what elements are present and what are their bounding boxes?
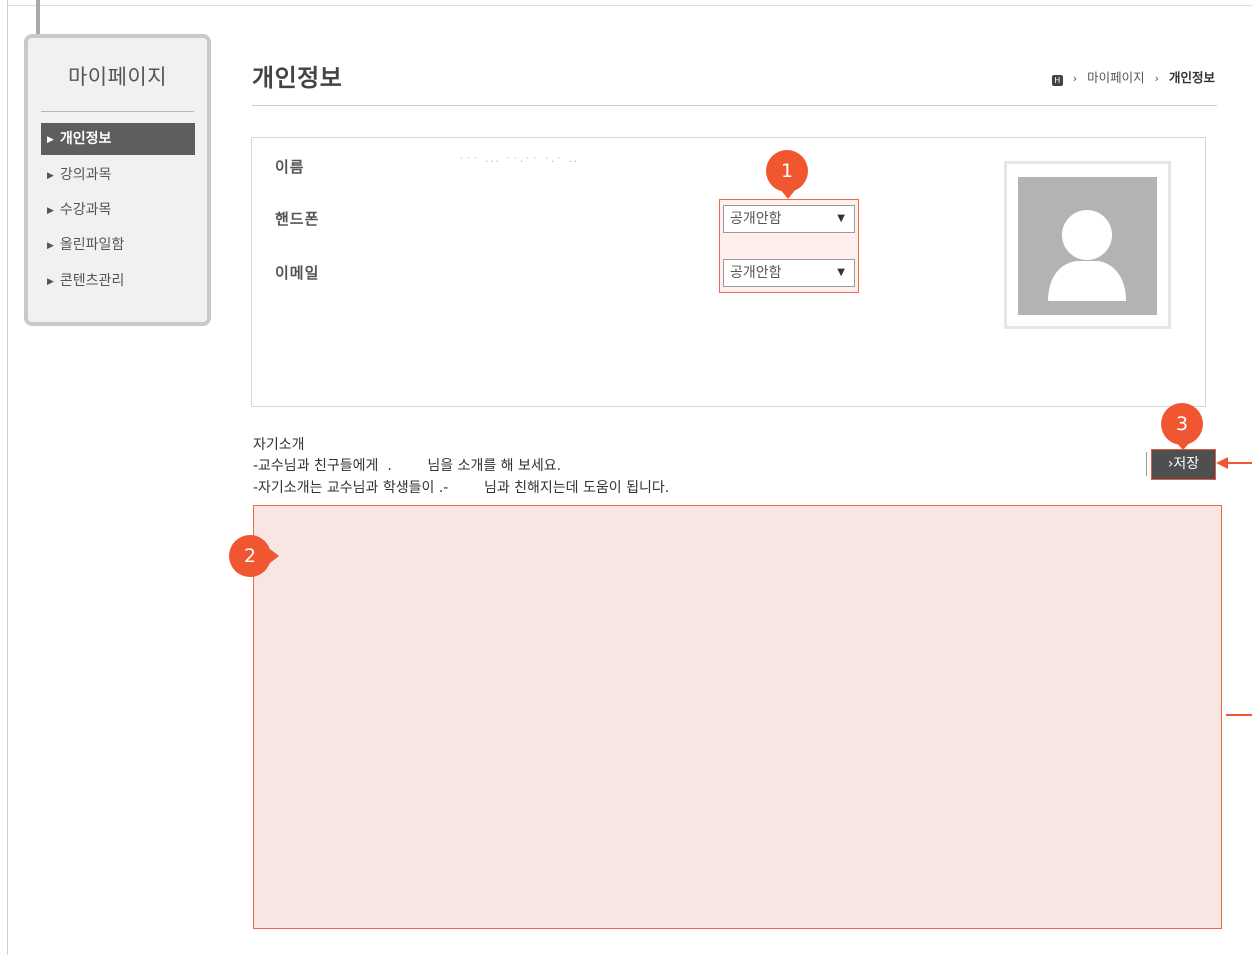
name-label: 이름 <box>275 158 305 176</box>
header-divider <box>252 105 1217 106</box>
sidebar-item-label: 개인정보 <box>59 131 112 147</box>
sidebar-item-content-management[interactable]: ▶ 콘텐츠관리 <box>41 265 195 297</box>
sidebar-item-label: 올린파일함 <box>59 237 125 253</box>
sidebar-item-lecture-courses[interactable]: ▶ 강의과목 <box>41 159 195 191</box>
triangle-right-icon: ▶ <box>47 241 54 251</box>
triangle-right-icon: ▶ <box>47 206 54 216</box>
frame-left-border <box>7 0 8 955</box>
breadcrumb-current: 개인정보 <box>1168 70 1215 85</box>
save-divider <box>1146 452 1147 476</box>
page-title: 개인정보 <box>252 64 343 92</box>
phone-label: 핸드폰 <box>275 210 320 228</box>
save-button[interactable]: ›저장 <box>1151 449 1216 480</box>
home-icon[interactable]: H <box>1051 75 1063 86</box>
callout-badge-1: 1 <box>766 150 808 192</box>
phone-visibility-select[interactable]: 공개안함 ▼ <box>723 205 855 233</box>
arrow-left-icon <box>1216 457 1228 469</box>
breadcrumb-parent[interactable]: 마이페이지 <box>1087 70 1145 85</box>
save-button-label: 저장 <box>1173 456 1200 472</box>
frame-top-border <box>8 5 1252 6</box>
callout-badge-3: 3 <box>1161 403 1203 445</box>
breadcrumb: H › 마이페이지 › 개인정보 <box>1051 67 1215 86</box>
sidebar-item-label: 강의과목 <box>59 167 112 183</box>
callout-pointer-1 <box>780 189 796 199</box>
textarea-pointer-line <box>1226 714 1252 716</box>
email-visibility-select[interactable]: 공개안함 ▼ <box>723 259 855 287</box>
caret-down-icon: ▼ <box>837 213 845 224</box>
sidebar-title: 마이페이지 <box>67 65 168 89</box>
intro-guide-line-2: -자기소개는 교수님과 학생들이 .- 님과 친해지는데 도움이 됩니다. <box>253 480 670 496</box>
sidebar-item-personal-info[interactable]: ▶ 개인정보 <box>41 123 195 155</box>
name-value: ˙˙˙ ··· ˙˙·˙˙ ˙·˙ ·· <box>459 157 579 168</box>
sidebar-item-uploaded-files[interactable]: ▶ 올린파일함 <box>41 229 195 261</box>
triangle-right-icon: ▶ <box>47 171 54 181</box>
sidebar-item-label: 수강과목 <box>59 202 112 218</box>
callout-badge-2: 2 <box>229 535 271 577</box>
self-intro-textarea[interactable] <box>253 505 1222 929</box>
intro-heading: 자기소개 <box>253 437 305 453</box>
phone-visibility-value: 공개안함 <box>730 211 782 227</box>
sidebar-divider <box>41 111 194 112</box>
triangle-right-icon: ▶ <box>47 277 54 287</box>
breadcrumb-separator-icon: › <box>1154 72 1159 85</box>
caret-down-icon: ▼ <box>837 267 845 278</box>
intro-guide-line-1: -교수님과 친구들에게 . 님을 소개를 해 보세요. <box>253 458 562 474</box>
email-label: 이메일 <box>275 264 320 282</box>
sidebar: 마이페이지 ▶ 개인정보 ▶ 강의과목 ▶ 수강과목 ▶ 올린파일함 ▶ 콘텐츠관리 <box>24 34 211 326</box>
breadcrumb-separator-icon: › <box>1072 72 1078 85</box>
frame-connector <box>36 0 40 38</box>
sidebar-item-label: 콘텐츠관리 <box>59 273 125 289</box>
save-pointer-arrow <box>1224 462 1252 464</box>
sidebar-item-enrolled-courses[interactable]: ▶ 수강과목 <box>41 194 195 226</box>
email-visibility-value: 공개안함 <box>730 265 782 281</box>
triangle-right-icon: ▶ <box>47 135 54 145</box>
user-silhouette-icon[interactable] <box>1018 177 1157 315</box>
callout-pointer-2 <box>270 549 279 563</box>
